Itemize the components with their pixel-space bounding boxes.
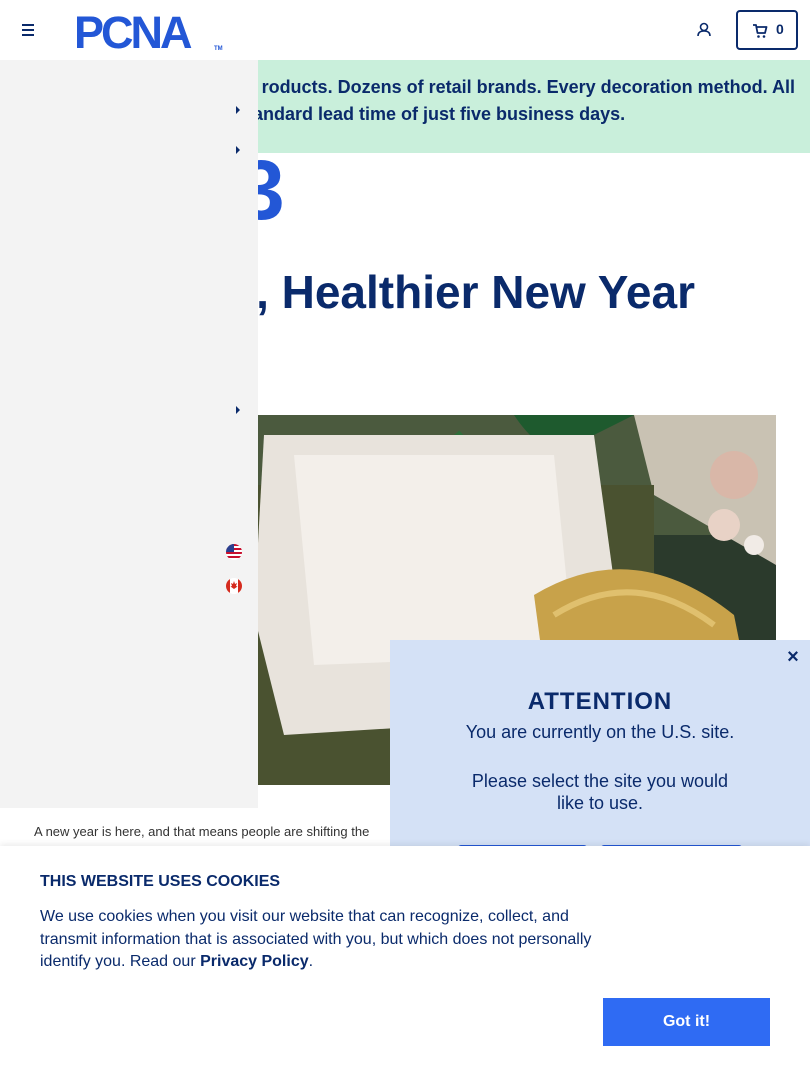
- accept-cookies-button[interactable]: Got it!: [603, 998, 770, 1046]
- user-icon[interactable]: [694, 20, 714, 40]
- modal-title: ATTENTION: [527, 688, 673, 715]
- cart-icon: [753, 24, 768, 38]
- cart-count: 0: [776, 21, 784, 37]
- cookie-text: We use cookies when you visit our websit…: [40, 906, 600, 974]
- hamburger-icon[interactable]: [18, 20, 38, 40]
- cookie-banner: THIS WEBSITE USES COOKIES We use cookies…: [0, 846, 810, 1080]
- chevron-right-icon[interactable]: [234, 105, 242, 115]
- trademark-mark: TM: [214, 46, 223, 52]
- logo-text: PCNA: [74, 8, 192, 52]
- modal-current-site: You are currently on the U.S. site.: [465, 722, 735, 742]
- side-menu: [0, 58, 258, 808]
- cookie-period: .: [308, 953, 314, 970]
- site-header: PCNA TM 0: [0, 0, 810, 60]
- close-icon[interactable]: ×: [784, 647, 802, 667]
- region-modal: × ATTENTION You are currently on the U.S…: [390, 640, 810, 865]
- cookie-title: THIS WEBSITE USES COOKIES: [40, 873, 281, 890]
- modal-prompt: Please select the site you would like to…: [471, 771, 729, 813]
- cookie-message: We use cookies when you visit our websit…: [40, 908, 592, 970]
- cart-button[interactable]: 0: [736, 10, 798, 50]
- us-flag-icon[interactable]: [226, 544, 242, 560]
- canada-flag-icon[interactable]: [226, 578, 242, 594]
- pcna-logo[interactable]: PCNA TM: [74, 8, 224, 52]
- privacy-policy-link[interactable]: Privacy Policy: [200, 953, 309, 970]
- chevron-right-icon[interactable]: [234, 405, 242, 415]
- chevron-right-icon[interactable]: [234, 145, 242, 155]
